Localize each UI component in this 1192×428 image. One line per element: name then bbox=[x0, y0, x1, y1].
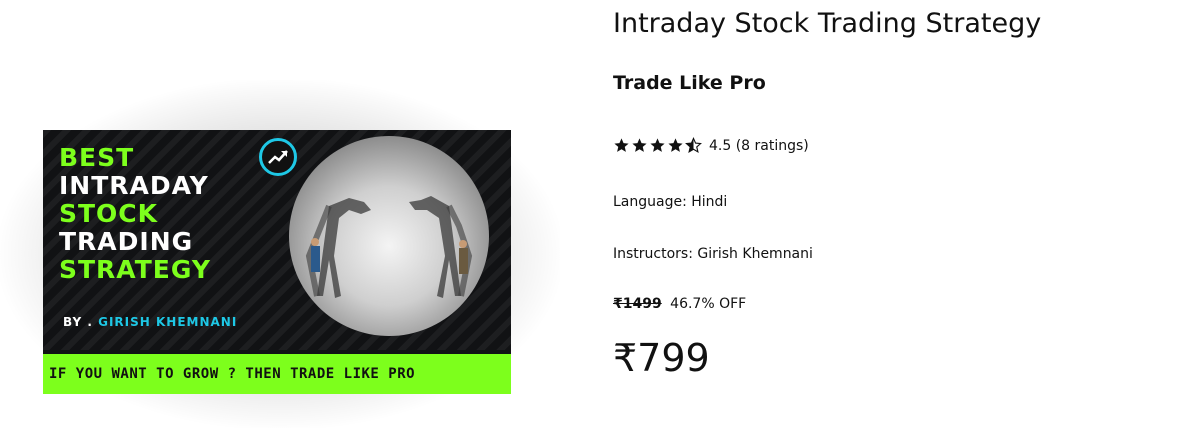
course-instructors: Instructors: Girish Khemnani bbox=[613, 246, 813, 262]
star-full-icon bbox=[668, 138, 683, 152]
thumbnail-headline-line-5: STRATEGY bbox=[59, 255, 211, 284]
thumbnail-headline-line-1: BEST bbox=[59, 143, 135, 172]
course-rating: 4.5 (8 ratings) bbox=[613, 137, 809, 154]
discount-label: 46.7% OFF bbox=[670, 296, 747, 312]
byline-author: GIRISH KHEMNANI bbox=[98, 315, 238, 329]
thumbnail-headline-line-3: STOCK bbox=[59, 199, 159, 228]
course-language: Language: Hindi bbox=[613, 194, 728, 210]
current-price: ₹799 bbox=[613, 336, 710, 380]
star-half-icon bbox=[685, 137, 702, 154]
thumbnail-byline: BY . GIRISH KHEMNANI bbox=[63, 315, 237, 329]
byline-prefix: BY . bbox=[63, 315, 93, 329]
thumbnail-headline-line-2: INTRADAY bbox=[59, 171, 209, 200]
course-thumbnail[interactable]: BEST INTRADAY STOCK TRADING STRATEGY BY … bbox=[43, 130, 511, 394]
star-full-icon bbox=[632, 138, 647, 152]
thumbnail-banner-text: IF YOU WANT TO GROW ? THEN TRADE LIKE PR… bbox=[49, 366, 416, 382]
thumbnail-headline-line-4: TRADING bbox=[59, 227, 194, 256]
thumbnail-banner: IF YOU WANT TO GROW ? THEN TRADE LIKE PR… bbox=[43, 354, 511, 394]
rating-text: 4.5 (8 ratings) bbox=[709, 137, 809, 154]
course-title: Intraday Stock Trading Strategy bbox=[613, 8, 1042, 39]
price-discount-row: ₹1499 46.7% OFF bbox=[613, 296, 746, 312]
course-subtitle: Trade Like Pro bbox=[613, 72, 766, 94]
rating-stars bbox=[613, 137, 703, 154]
star-full-icon bbox=[614, 138, 629, 152]
original-price: ₹1499 bbox=[613, 296, 662, 312]
bull-bear-sphere-illustration bbox=[289, 136, 489, 336]
star-full-icon bbox=[650, 138, 665, 152]
